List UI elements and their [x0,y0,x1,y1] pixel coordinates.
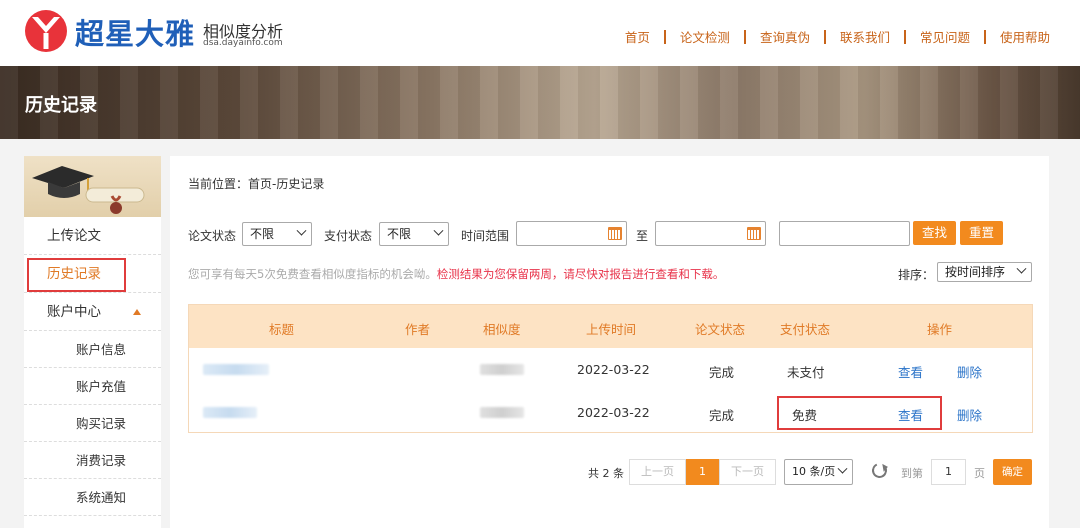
top-header: 超星大雅 相似度分析 dsa.dayainfo.com 首页 论文检测 查询真伪… [0,0,1080,66]
calendar-icon[interactable] [608,227,622,240]
sidebar-item-purchases[interactable]: 购买记录 [24,405,161,442]
column-paper-status: 论文状态 [695,322,746,337]
delete-link[interactable]: 删除 [957,362,982,381]
column-upload-time: 上传时间 [586,322,637,337]
chevron-down-icon [1016,263,1027,274]
main-panel: 当前位置：首页-历史记录 论文状态 不限 支付状态 不限 时间范围 至 查找 重… [170,156,1049,528]
banner-texture [0,66,1080,139]
notice-text: 您可享有每天5次免费查看相似度指标的机会呦。检测结果为您保留两周，请尽快对报告进… [188,266,724,282]
table-header: 标题 作者 相似度 上传时间 论文状态 支付状态 操作 [189,305,1032,348]
time-range-label: 时间范围 [461,229,510,243]
start-date-input[interactable] [516,221,627,246]
page-title: 历史记录 [25,95,97,116]
sidebar-item-upload[interactable]: 上传论文 [24,217,161,255]
free-view-notice: 您可享有每天5次免费查看相似度指标的机会呦。 [188,267,437,281]
current-page-button[interactable]: 1 [686,459,719,485]
column-actions: 操作 [927,322,953,337]
pay-status-label: 支付状态 [324,229,373,243]
paper-status: 完成 [709,408,735,423]
graduation-cap-icon [32,166,145,214]
brand-name: 超星大雅 [75,17,196,51]
nav-help[interactable]: 使用帮助 [986,27,1050,46]
blurred-title[interactable] [203,407,257,418]
sidebar-item-notifications[interactable]: 系统通知 [24,479,161,516]
breadcrumb: 当前位置：首页-历史记录 [188,177,325,191]
column-pay-status: 支付状态 [780,322,831,337]
keyword-input[interactable] [779,221,910,246]
total-count: 共 2 条 [588,467,624,480]
reset-button[interactable]: 重置 [960,221,1003,245]
highlight-box [27,258,126,292]
top-nav: 首页 论文检测 查询真伪 联系我们 常见问题 使用帮助 [611,27,1050,46]
blurred-similarity [480,364,524,375]
goto-label: 到第 [901,467,923,480]
blurred-similarity [480,407,524,418]
goto-page-input[interactable]: 1 [931,459,966,485]
page-size-select[interactable]: 10 条/页 [784,459,853,485]
refresh-icon[interactable] [869,460,890,481]
end-date-input[interactable] [655,221,766,246]
sidebar: 上传论文 历史记录 账户中心 账户信息 账户充值 购买记录 消费记录 系统通知 [24,156,161,528]
pay-status: 未支付 [787,365,825,380]
chevron-down-icon [837,463,848,474]
blurred-title[interactable] [203,364,269,375]
paper-status-select[interactable]: 不限 [242,222,312,246]
upload-date: 2022-03-22 [577,362,650,377]
brand-url: dsa.dayainfo.com [203,38,283,48]
paper-status: 完成 [709,365,735,380]
nav-paper-check[interactable]: 论文检测 [666,27,744,46]
prev-page-button[interactable]: 上一页 [629,459,686,485]
nav-faq[interactable]: 常见问题 [906,27,984,46]
to-label: 至 [636,229,649,243]
sidebar-item-account-info[interactable]: 账户信息 [24,331,161,368]
pay-status-select[interactable]: 不限 [379,222,449,246]
view-link[interactable]: 查看 [898,362,923,381]
logo-icon [25,10,67,52]
table-row: 2022-03-22 完成 未支付 查看 删除 [189,348,1032,391]
sort-label: 排序： [898,268,935,282]
sidebar-item-consumption[interactable]: 消费记录 [24,442,161,479]
calendar-icon[interactable] [747,227,761,240]
retention-warning: 检测结果为您保留两周，请尽快对报告进行查看和下载。 [436,267,725,281]
column-title: 标题 [269,322,295,337]
confirm-button[interactable]: 确定 [993,459,1032,485]
sidebar-item-account-center[interactable]: 账户中心 [24,293,161,331]
page-banner: 历史记录 [0,66,1080,139]
sidebar-item-history[interactable]: 历史记录 [24,255,161,293]
paper-status-label: 论文状态 [188,229,237,243]
nav-verify[interactable]: 查询真伪 [746,27,824,46]
delete-link[interactable]: 删除 [957,405,982,424]
search-button[interactable]: 查找 [913,221,956,245]
upload-date: 2022-03-22 [577,405,650,420]
column-similarity: 相似度 [483,322,521,337]
highlight-box [777,396,942,430]
chevron-down-icon [296,225,307,236]
nav-contact[interactable]: 联系我们 [826,27,904,46]
history-table: 标题 作者 相似度 上传时间 论文状态 支付状态 操作 2022-03-22 完… [188,304,1033,433]
page-unit-label: 页 [974,467,985,480]
nav-home[interactable]: 首页 [611,27,664,46]
sidebar-item-recharge[interactable]: 账户充值 [24,368,161,405]
graduation-cap-image [24,156,161,217]
chevron-down-icon [433,225,444,236]
column-author: 作者 [405,322,431,337]
expand-triangle-icon [133,309,141,315]
sort-select[interactable]: 按时间排序 [937,262,1032,282]
pagination: 共 2 条 上一页 1 下一页 10 条/页 到第 1 页 确定 [170,459,1049,485]
next-page-button[interactable]: 下一页 [719,459,776,485]
